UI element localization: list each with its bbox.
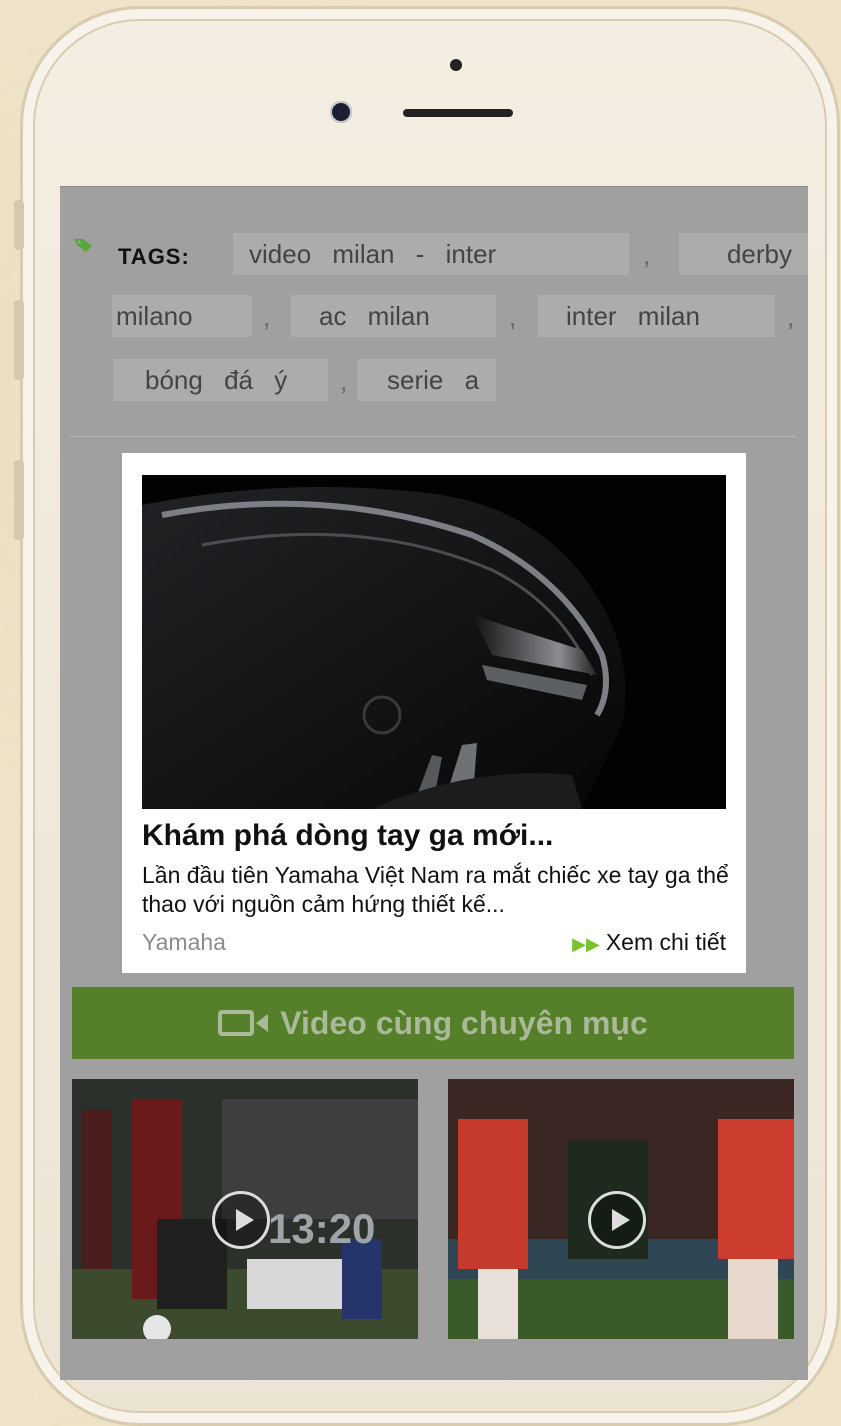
- play-icon[interactable]: [588, 1191, 646, 1249]
- divider: [70, 436, 796, 437]
- tag-link[interactable]: ac milan: [291, 295, 496, 337]
- phone-screen: TAGS: video milan - inter , derby milano…: [60, 186, 808, 1380]
- tag-separator: ,: [263, 302, 271, 332]
- tag-separator: ,: [787, 302, 795, 332]
- tag-link[interactable]: serie a: [357, 359, 496, 401]
- tag-link[interactable]: derby: [679, 233, 808, 275]
- video-thumbnail[interactable]: [448, 1079, 794, 1339]
- video-camera-icon: [218, 1009, 269, 1036]
- volume-up-button: [14, 300, 24, 380]
- play-icon[interactable]: [212, 1191, 270, 1249]
- scooter-image: [142, 475, 726, 809]
- ad-title[interactable]: Khám phá dòng tay ga mới...: [142, 819, 553, 853]
- tag-link[interactable]: milano: [112, 295, 252, 337]
- tag-link[interactable]: bóng đá ý: [113, 359, 328, 401]
- sensor-dot: [450, 59, 462, 71]
- ad-brand: Yamaha: [142, 929, 226, 955]
- front-camera-icon: [330, 101, 352, 123]
- ad-card[interactable]: Khám phá dòng tay ga mới... Lần đầu tiên…: [122, 453, 746, 973]
- tag-icon: [74, 239, 92, 252]
- video-section-title: Video cùng chuyên mục: [280, 1005, 648, 1041]
- double-arrow-icon: ▶▶: [572, 934, 600, 954]
- tags-section: TAGS: video milan - inter , derby milano…: [60, 187, 808, 437]
- ad-description: Lần đầu tiên Yamaha Việt Nam ra mắt chiế…: [142, 862, 729, 917]
- video-section-header: Video cùng chuyên mục: [72, 987, 794, 1059]
- tag-link[interactable]: video milan - inter: [233, 233, 629, 275]
- tag-separator: ,: [643, 240, 651, 270]
- earpiece-speaker: [403, 109, 513, 117]
- tag-separator: ,: [509, 302, 517, 332]
- mute-switch: [14, 200, 24, 250]
- tag-separator: ,: [340, 366, 348, 396]
- see-details-label: Xem chi tiết: [605, 929, 726, 955]
- tag-link[interactable]: inter milan: [538, 295, 775, 337]
- scoreboard-time: 13:20: [268, 1205, 375, 1252]
- volume-down-button: [14, 460, 24, 540]
- ad-image[interactable]: [142, 475, 726, 809]
- tags-label: TAGS:: [118, 244, 190, 269]
- video-thumbnail[interactable]: 13:20: [72, 1079, 418, 1339]
- see-details-link[interactable]: ▶▶ Xem chi tiết: [572, 929, 726, 956]
